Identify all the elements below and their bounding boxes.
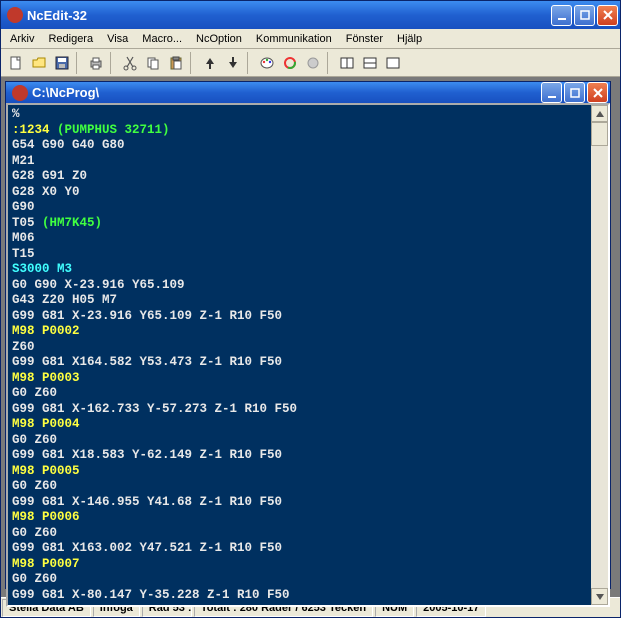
code-line: T15 (12, 247, 587, 263)
doc-title: C:\NcProg\ (32, 85, 541, 100)
editor-container: %:1234 (PUMPHUS 32711)G54 G90 G40 G80M21… (6, 103, 610, 607)
main-window: NcEdit-32 Arkiv Redigera Visa Macro... N… (0, 0, 621, 618)
open-file-icon[interactable] (28, 52, 50, 74)
new-file-icon[interactable] (5, 52, 27, 74)
code-line: % (12, 107, 587, 123)
doc-close-button[interactable] (587, 82, 608, 103)
code-line: :1234 (PUMPHUS 32711) (12, 123, 587, 139)
code-line: M98 P0006 (12, 510, 587, 526)
toolbar (1, 49, 620, 77)
mdi-area: C:\NcProg\ %:1234 (PUMPHUS 32711)G54 G90… (1, 77, 620, 597)
close-button[interactable] (597, 5, 618, 26)
doc-maximize-button[interactable] (564, 82, 585, 103)
disabled-circle-icon[interactable] (302, 52, 324, 74)
menu-kommunikation[interactable]: Kommunikation (249, 31, 339, 47)
code-line: M98 P0007 (12, 557, 587, 573)
maximize-button[interactable] (574, 5, 595, 26)
save-file-icon[interactable] (51, 52, 73, 74)
menu-hjalp[interactable]: Hjälp (390, 31, 429, 47)
code-line: T05 (HM7K45) (12, 216, 587, 232)
layout-single-icon[interactable] (382, 52, 404, 74)
code-line: G43 Z20 H05 M7 (12, 293, 587, 309)
code-line: G0 Z60 (12, 386, 587, 402)
code-line: G99 G81 X18.583 Y-62.149 Z-1 R10 F50 (12, 448, 587, 464)
code-line: G99 G81 X-80.147 Y-35.228 Z-1 R10 F50 (12, 588, 587, 604)
window-buttons (551, 5, 618, 26)
cut-icon[interactable] (119, 52, 141, 74)
arrow-down-icon[interactable] (222, 52, 244, 74)
layout-split-h-icon[interactable] (336, 52, 358, 74)
scroll-up-icon[interactable] (591, 105, 608, 122)
menu-ncoption[interactable]: NcOption (189, 31, 249, 47)
paste-icon[interactable] (165, 52, 187, 74)
code-line: G0 Z60 (12, 526, 587, 542)
minimize-button[interactable] (551, 5, 572, 26)
layout-split-v-icon[interactable] (359, 52, 381, 74)
code-line: G28 G91 Z0 (12, 169, 587, 185)
code-line: G99 G81 X164.582 Y53.473 Z-1 R10 F50 (12, 355, 587, 371)
code-line: M98 P0002 (12, 324, 587, 340)
copy-icon[interactable] (142, 52, 164, 74)
code-line: G0 Z60 (12, 572, 587, 588)
app-titlebar[interactable]: NcEdit-32 (1, 1, 620, 29)
document-window: C:\NcProg\ %:1234 (PUMPHUS 32711)G54 G90… (5, 81, 611, 589)
print-icon[interactable] (85, 52, 107, 74)
code-editor[interactable]: %:1234 (PUMPHUS 32711)G54 G90 G40 G80M21… (8, 105, 591, 605)
menu-fonster[interactable]: Fönster (339, 31, 390, 47)
code-line: S3000 M3 (12, 262, 587, 278)
code-line: G99 G81 X-146.955 Y41.68 Z-1 R10 F50 (12, 495, 587, 511)
palette-icon[interactable] (256, 52, 278, 74)
code-line: M98 P0003 (12, 371, 587, 387)
code-line: G54 G90 G40 G80 (12, 138, 587, 154)
doc-window-buttons (541, 82, 608, 103)
code-line: M98 P0004 (12, 417, 587, 433)
scroll-track[interactable] (591, 122, 608, 588)
doc-icon (12, 85, 28, 101)
code-line: Z60 (12, 340, 587, 356)
code-line: M98 P0005 (12, 464, 587, 480)
code-line: M06 (12, 231, 587, 247)
app-icon (7, 7, 23, 23)
menu-arkiv[interactable]: Arkiv (3, 31, 41, 47)
doc-minimize-button[interactable] (541, 82, 562, 103)
code-line: G99 G81 X-162.733 Y-57.273 Z-1 R10 F50 (12, 402, 587, 418)
code-line: G90 (12, 200, 587, 216)
vertical-scrollbar[interactable] (591, 105, 608, 605)
menu-macro[interactable]: Macro... (135, 31, 189, 47)
code-line: G0 Z60 (12, 433, 587, 449)
code-line: G0 G90 X-23.916 Y65.109 (12, 278, 587, 294)
color-ring-icon[interactable] (279, 52, 301, 74)
scroll-thumb[interactable] (591, 122, 608, 146)
arrow-up-icon[interactable] (199, 52, 221, 74)
app-title: NcEdit-32 (27, 8, 551, 23)
code-line: G99 G81 X163.002 Y47.521 Z-1 R10 F50 (12, 541, 587, 557)
doc-titlebar[interactable]: C:\NcProg\ (6, 82, 610, 103)
scroll-down-icon[interactable] (591, 588, 608, 605)
code-line: G99 G81 X-23.916 Y65.109 Z-1 R10 F50 (12, 309, 587, 325)
code-line: G0 Z60 (12, 479, 587, 495)
menu-visa[interactable]: Visa (100, 31, 135, 47)
menu-redigera[interactable]: Redigera (41, 31, 100, 47)
code-line: G28 X0 Y0 (12, 185, 587, 201)
menubar: Arkiv Redigera Visa Macro... NcOption Ko… (1, 29, 620, 49)
code-line: M21 (12, 154, 587, 170)
